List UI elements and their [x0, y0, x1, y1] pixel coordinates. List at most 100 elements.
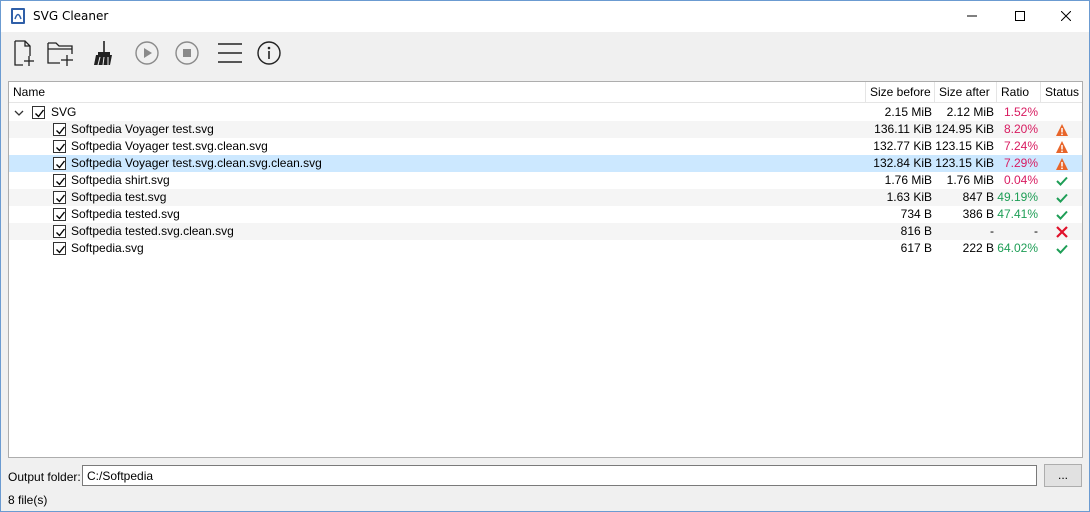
- file-size-after: 386 B: [962, 207, 994, 221]
- close-button[interactable]: [1043, 1, 1089, 31]
- clear-list-button[interactable]: [87, 38, 117, 68]
- success-check-icon: [1056, 176, 1068, 186]
- file-ratio: 47.41%: [997, 207, 1038, 221]
- file-size-before: 617 B: [900, 241, 932, 255]
- file-checkbox[interactable]: [53, 157, 66, 170]
- root-ratio: 1.52%: [1003, 105, 1038, 119]
- menu-button[interactable]: [215, 38, 245, 68]
- table-row[interactable]: Softpedia tested.svg.clean.svg 816 B - -: [9, 223, 1082, 240]
- file-size-after: 124.95 KiB: [935, 122, 994, 136]
- column-header-size-after[interactable]: Size after: [935, 82, 997, 103]
- root-checkbox[interactable]: [32, 106, 45, 119]
- table-row[interactable]: Softpedia test.svg 1.63 KiB 847 B 49.19%: [9, 189, 1082, 206]
- checkmark-icon: [56, 211, 66, 220]
- table-row[interactable]: Softpedia Voyager test.svg.clean.svg 132.…: [9, 138, 1082, 155]
- file-plus-icon: [14, 40, 34, 66]
- success-check-icon: [1056, 244, 1068, 254]
- status-bar-text: 8 file(s): [8, 493, 48, 507]
- file-name: Softpedia Voyager test.svg.clean.svg.cle…: [71, 156, 322, 170]
- hamburger-icon: [218, 43, 242, 63]
- file-ratio: 49.19%: [997, 190, 1038, 204]
- broom-icon: [94, 41, 112, 66]
- file-checkbox[interactable]: [53, 140, 66, 153]
- checkmark-icon: [56, 194, 66, 203]
- file-ratio: 7.24%: [1003, 139, 1038, 153]
- title-bar[interactable]: SVG Cleaner: [1, 1, 1089, 32]
- file-checkbox[interactable]: [53, 242, 66, 255]
- file-size-after: 1.76 MiB: [946, 173, 994, 187]
- file-size-before: 734 B: [900, 207, 932, 221]
- file-size-before: 1.76 MiB: [884, 173, 932, 187]
- info-circle-icon: [257, 41, 281, 65]
- close-icon: [1061, 11, 1071, 21]
- file-size-after: -: [990, 224, 994, 238]
- success-check-icon: [1056, 210, 1068, 220]
- chevron-down-icon[interactable]: [14, 108, 24, 118]
- about-button[interactable]: [254, 38, 284, 68]
- success-check-icon: [1056, 193, 1068, 203]
- file-size-before: 1.63 KiB: [886, 190, 932, 204]
- maximize-icon: [1015, 11, 1025, 21]
- tree-header: Name Size before Size after Ratio Status: [9, 82, 1082, 103]
- table-row[interactable]: Softpedia tested.svg 734 B 386 B 47.41%: [9, 206, 1082, 223]
- root-size-before: 2.15 MiB: [884, 105, 932, 119]
- column-header-name[interactable]: Name: [9, 82, 866, 103]
- window-title: SVG Cleaner: [33, 9, 109, 23]
- checkmark-icon: [56, 228, 66, 237]
- stop-button[interactable]: [172, 38, 202, 68]
- stop-circle-icon: [175, 41, 199, 65]
- column-header-status[interactable]: Status: [1041, 82, 1082, 103]
- checkmark-icon: [56, 245, 66, 254]
- file-size-before: 132.77 KiB: [873, 139, 932, 153]
- file-size-after: 123.15 KiB: [935, 156, 994, 170]
- add-files-button[interactable]: [9, 38, 39, 68]
- output-folder-input[interactable]: [82, 465, 1037, 486]
- checkmark-icon: [56, 126, 66, 135]
- warning-icon: [1056, 141, 1068, 153]
- file-size-before: 136.11 KiB: [874, 122, 932, 136]
- file-ratio: 7.29%: [1003, 156, 1038, 170]
- file-ratio: 8.20%: [1003, 122, 1038, 136]
- add-folder-button[interactable]: [46, 38, 76, 68]
- table-row[interactable]: Softpedia Voyager test.svg 136.11 KiB 124.…: [9, 121, 1082, 138]
- file-checkbox[interactable]: [53, 208, 66, 221]
- file-ratio: 0.04%: [1003, 173, 1038, 187]
- file-checkbox[interactable]: [53, 225, 66, 238]
- browse-button[interactable]: ...: [1044, 464, 1082, 487]
- file-size-after: 222 B: [962, 241, 994, 255]
- file-size-after: 123.15 KiB: [935, 139, 994, 153]
- checkmark-icon: [56, 143, 66, 152]
- minimize-button[interactable]: [949, 1, 995, 31]
- tree-root-row[interactable]: SVG 2.15 MiB 2.12 MiB 1.52%: [9, 104, 1082, 121]
- file-name: Softpedia Voyager test.svg.clean.svg: [71, 139, 268, 153]
- play-circle-icon: [135, 41, 159, 65]
- file-size-after: 847 B: [962, 190, 994, 204]
- root-size-after: 2.12 MiB: [946, 105, 994, 119]
- file-name: Softpedia shirt.svg: [71, 173, 170, 187]
- error-x-icon: [1056, 226, 1068, 238]
- maximize-button[interactable]: [997, 1, 1043, 31]
- file-checkbox[interactable]: [53, 191, 66, 204]
- warning-icon: [1056, 124, 1068, 136]
- file-checkbox[interactable]: [53, 174, 66, 187]
- checkmark-icon: [56, 177, 66, 186]
- table-row[interactable]: Softpedia.svg 617 B 222 B 64.02%: [9, 240, 1082, 257]
- checkmark-icon: [35, 109, 45, 118]
- folder-plus-icon: [47, 42, 73, 66]
- file-checkbox[interactable]: [53, 123, 66, 136]
- app-window: SVG Cleaner Name Size before Size after …: [0, 0, 1090, 512]
- file-size-before: 816 B: [900, 224, 932, 238]
- toolbar: [1, 32, 1089, 76]
- file-tree[interactable]: Name Size before Size after Ratio Status…: [8, 81, 1083, 458]
- column-header-ratio[interactable]: Ratio: [997, 82, 1041, 103]
- file-ratio: 64.02%: [997, 241, 1038, 255]
- file-size-before: 132.84 KiB: [873, 156, 932, 170]
- output-folder-label: Output folder:: [8, 470, 81, 484]
- file-ratio: -: [1034, 224, 1038, 238]
- table-row[interactable]: Softpedia shirt.svg 1.76 MiB 1.76 MiB 0.04%: [9, 172, 1082, 189]
- table-row[interactable]: Softpedia Voyager test.svg.clean.svg.cle…: [9, 155, 1082, 172]
- column-header-size-before[interactable]: Size before: [866, 82, 935, 103]
- file-name: Softpedia tested.svg: [71, 207, 180, 221]
- start-button[interactable]: [132, 38, 162, 68]
- root-name: SVG: [51, 105, 77, 119]
